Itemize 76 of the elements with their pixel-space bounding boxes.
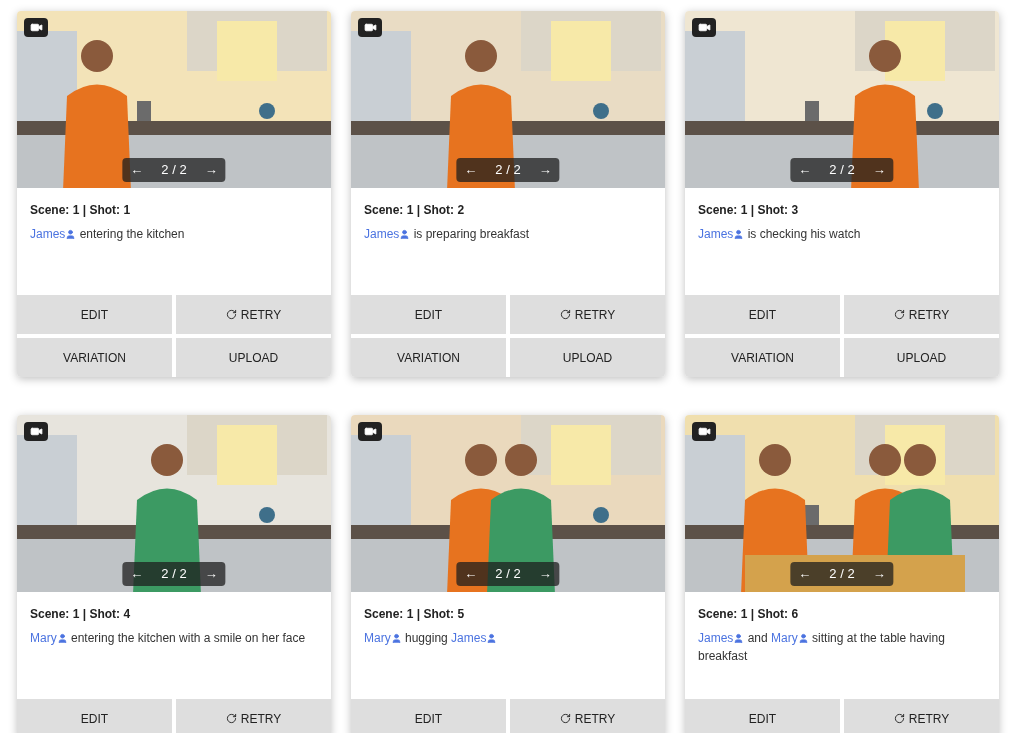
refresh-icon: [225, 309, 237, 320]
edit-button[interactable]: EDIT: [17, 699, 172, 733]
shot-description: Mary entering the kitchen with a smile on her face: [30, 629, 307, 647]
person-icon: [733, 228, 745, 240]
video-camera-icon: [363, 425, 377, 438]
upload-button[interactable]: UPLOAD: [844, 338, 999, 377]
video-camera-icon: [29, 21, 43, 34]
image-counter: 2 / 2: [161, 565, 187, 584]
shot-description: James and Mary sitting at the table having breakfast: [698, 629, 946, 665]
character-link[interactable]: Mary: [364, 629, 402, 647]
edit-button[interactable]: EDIT: [685, 699, 840, 733]
next-button[interactable]: →: [872, 160, 886, 180]
previous-button[interactable]: ←: [464, 564, 478, 584]
previous-button[interactable]: ←: [130, 564, 144, 584]
upload-button[interactable]: UPLOAD: [176, 338, 331, 377]
character-link[interactable]: James: [451, 629, 498, 647]
variation-button[interactable]: VARIATION: [17, 338, 172, 377]
next-button[interactable]: →: [538, 564, 552, 584]
refresh-icon: [893, 713, 905, 724]
refresh-icon: [559, 309, 571, 320]
previous-button[interactable]: ←: [464, 160, 478, 180]
image-counter: 2 / 2: [829, 565, 855, 584]
shot-title: Scene: 1 | Shot: 1: [30, 202, 132, 219]
shot-description: James is checking his watch: [698, 225, 862, 243]
person-icon: [390, 632, 402, 644]
refresh-icon: [225, 713, 237, 724]
previous-button[interactable]: ←: [798, 564, 812, 584]
next-button[interactable]: →: [204, 564, 218, 584]
shot-description: Mary hugging James: [364, 629, 652, 647]
edit-button[interactable]: EDIT: [685, 295, 840, 334]
retry-button[interactable]: RETRY: [176, 699, 331, 733]
next-button[interactable]: →: [204, 160, 218, 180]
retry-button[interactable]: RETRY: [844, 699, 999, 733]
shot-description: James is preparing breakfast: [364, 225, 531, 243]
edit-button[interactable]: EDIT: [17, 295, 172, 334]
refresh-icon: [893, 309, 905, 320]
previous-button[interactable]: ←: [798, 160, 812, 180]
character-link[interactable]: James: [30, 225, 77, 243]
edit-button[interactable]: EDIT: [351, 295, 506, 334]
shot-title: Scene: 1 | Shot: 6: [698, 606, 800, 623]
image-counter: 2 / 2: [161, 161, 187, 180]
retry-button[interactable]: RETRY: [510, 699, 665, 733]
edit-button[interactable]: EDIT: [351, 699, 506, 733]
character-link[interactable]: James: [364, 225, 411, 243]
character-link[interactable]: James: [698, 629, 745, 647]
video-camera-icon: [697, 425, 711, 438]
refresh-icon: [559, 713, 571, 724]
image-counter: 2 / 2: [495, 565, 521, 584]
shot-title: Scene: 1 | Shot: 5: [364, 606, 466, 623]
video-camera-icon: [29, 425, 43, 438]
character-link[interactable]: Mary: [30, 629, 68, 647]
shot-description: James entering the kitchen: [30, 225, 186, 243]
video-camera-icon: [697, 21, 711, 34]
person-icon: [65, 228, 77, 240]
shot-title: Scene: 1 | Shot: 3: [698, 202, 800, 219]
person-icon: [733, 632, 745, 644]
shot-title: Scene: 1 | Shot: 4: [30, 606, 132, 623]
retry-button[interactable]: RETRY: [510, 295, 665, 334]
image-counter: 2 / 2: [495, 161, 521, 180]
retry-button[interactable]: RETRY: [176, 295, 331, 334]
retry-button[interactable]: RETRY: [844, 295, 999, 334]
person-icon: [56, 632, 68, 644]
variation-button[interactable]: VARIATION: [351, 338, 506, 377]
image-counter: 2 / 2: [829, 161, 855, 180]
shot-title: Scene: 1 | Shot: 2: [364, 202, 466, 219]
variation-button[interactable]: VARIATION: [685, 338, 840, 377]
previous-button[interactable]: ←: [130, 160, 144, 180]
person-icon: [399, 228, 411, 240]
character-link[interactable]: Mary: [771, 629, 809, 647]
person-icon: [797, 632, 809, 644]
next-button[interactable]: →: [872, 564, 886, 584]
person-icon: [486, 632, 498, 644]
character-link[interactable]: James: [698, 225, 745, 243]
next-button[interactable]: →: [538, 160, 552, 180]
upload-button[interactable]: UPLOAD: [510, 338, 665, 377]
video-camera-icon: [363, 21, 377, 34]
